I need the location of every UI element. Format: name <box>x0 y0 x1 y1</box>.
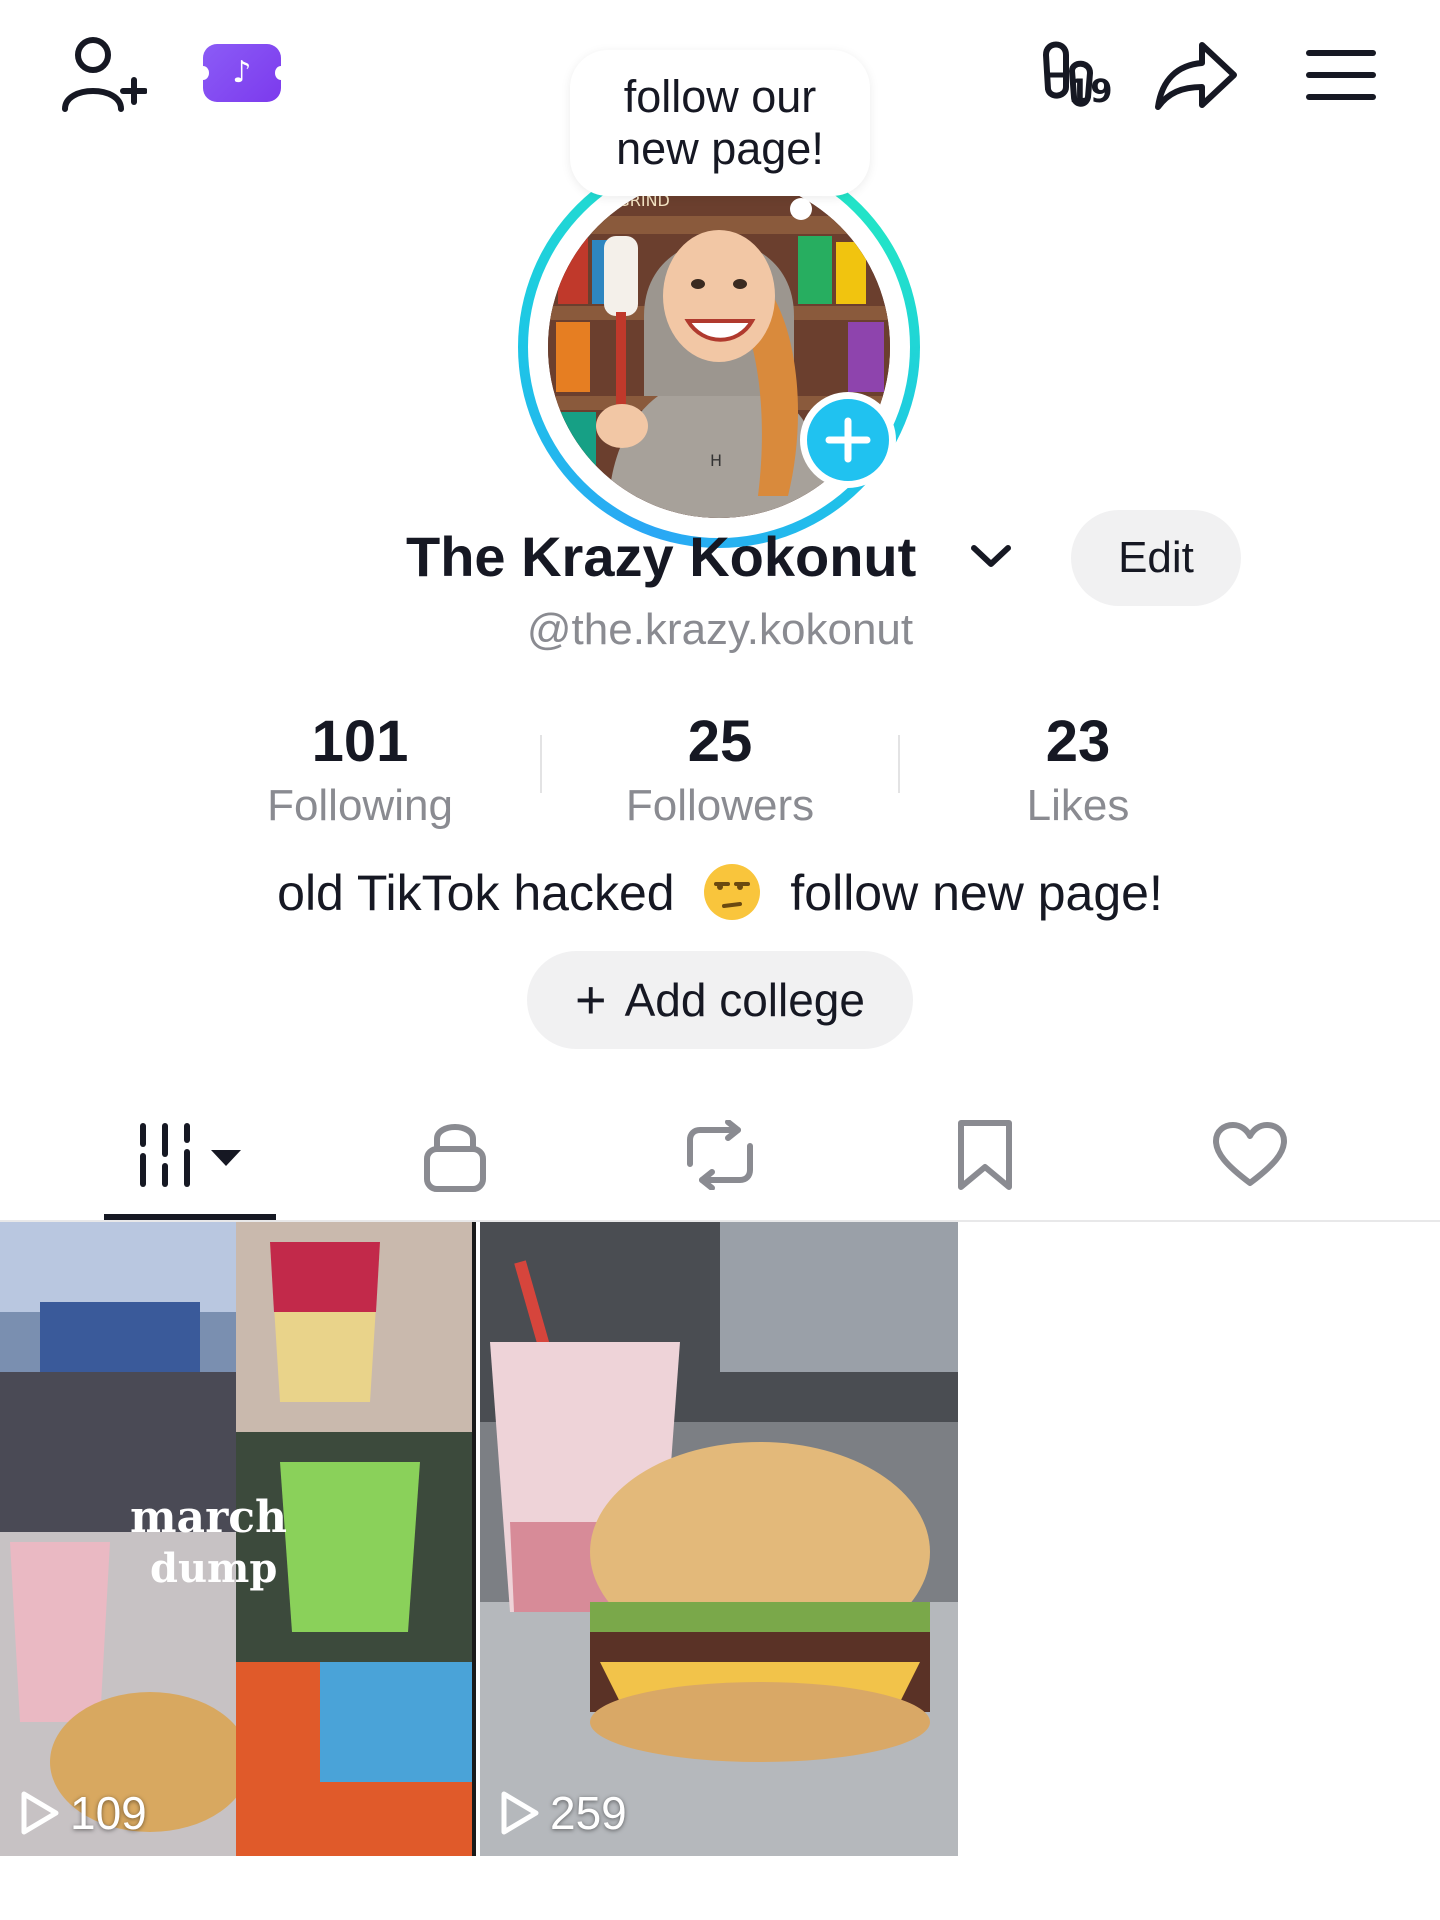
bio-text-end: follow new page! <box>790 865 1163 921</box>
video-overlay-text-2: dump <box>150 1545 277 1592</box>
stat-likes-value: 23 <box>1045 709 1111 774</box>
tab-saved[interactable] <box>920 1110 1050 1200</box>
tiktok-ticket-icon: ♪ <box>232 55 252 90</box>
edit-profile-button[interactable]: Edit <box>1071 510 1241 606</box>
plus-icon <box>825 417 871 463</box>
tiktok-ticket-button[interactable]: ♪ <box>197 44 287 102</box>
stat-following[interactable]: 101 Following <box>210 705 510 833</box>
tab-liked[interactable] <box>1185 1110 1315 1200</box>
profile-handle: @the.krazy.kokonut <box>526 605 914 654</box>
tab-videos[interactable] <box>104 1110 276 1200</box>
bio-text-start: old TikTok hacked <box>277 865 675 921</box>
stat-likes-label: Likes <box>1026 781 1130 830</box>
video-thumbnail-image: march dump <box>0 1222 476 1856</box>
bubble-tail <box>790 198 812 220</box>
stat-likes[interactable]: 23 Likes <box>928 705 1228 833</box>
hamburger-menu-icon <box>1306 50 1376 100</box>
chevron-down-icon <box>971 545 1011 567</box>
menu-button[interactable] <box>1296 36 1386 114</box>
stat-following-value: 101 <box>311 709 409 774</box>
account-switch-button[interactable] <box>968 540 1014 577</box>
display-name[interactable]: The Krazy Kokonut <box>406 524 916 589</box>
play-outline-icon <box>21 1791 59 1835</box>
videos-grid-icon <box>140 1123 241 1187</box>
unamused-face-emoji <box>704 864 761 920</box>
person-plus-icon <box>62 37 147 112</box>
stat-divider <box>540 735 542 793</box>
add-college-label: Add college <box>624 974 865 1026</box>
video-thumbnail[interactable]: march dump 109 <box>0 1222 476 1856</box>
footprints-count: 19 <box>1068 72 1113 110</box>
tab-private[interactable] <box>390 1110 520 1200</box>
play-outline-icon <box>501 1791 539 1835</box>
video-view-count: 259 <box>500 1786 627 1840</box>
video-view-count-value: 259 <box>550 1787 627 1839</box>
bookmark-icon <box>958 1120 1012 1190</box>
svg-text:H: H <box>710 451 722 470</box>
video-thumbnail[interactable]: 259 <box>480 1222 958 1856</box>
avatar-note-bubble[interactable]: follow our new page! <box>570 50 870 196</box>
stat-followers-label: Followers <box>625 781 815 830</box>
stat-followers-value: 25 <box>687 709 753 774</box>
repost-icon <box>687 1120 753 1190</box>
plus-icon: + <box>575 970 607 1030</box>
add-college-button[interactable]: + Add college <box>527 951 913 1049</box>
video-overlay-text-1: march <box>130 1492 287 1543</box>
video-view-count: 109 <box>20 1786 147 1840</box>
share-arrow-icon <box>1155 42 1237 110</box>
profile-bio[interactable]: old TikTok hacked follow new page! <box>0 862 1440 922</box>
tab-reposts[interactable] <box>655 1110 785 1200</box>
avatar-note-line-1: follow our <box>623 71 817 122</box>
video-thumbnail-image <box>480 1222 958 1856</box>
lock-icon <box>424 1124 486 1192</box>
share-button[interactable] <box>1148 30 1244 120</box>
add-friend-button[interactable] <box>54 30 150 120</box>
stat-divider <box>898 735 900 793</box>
stat-following-label: Following <box>267 781 453 830</box>
stat-followers[interactable]: 25 Followers <box>570 705 870 833</box>
avatar-add-button[interactable] <box>800 392 896 488</box>
heart-icon <box>1213 1122 1287 1186</box>
video-view-count-value: 109 <box>70 1787 147 1839</box>
avatar-note-line-2: new page! <box>616 123 824 174</box>
